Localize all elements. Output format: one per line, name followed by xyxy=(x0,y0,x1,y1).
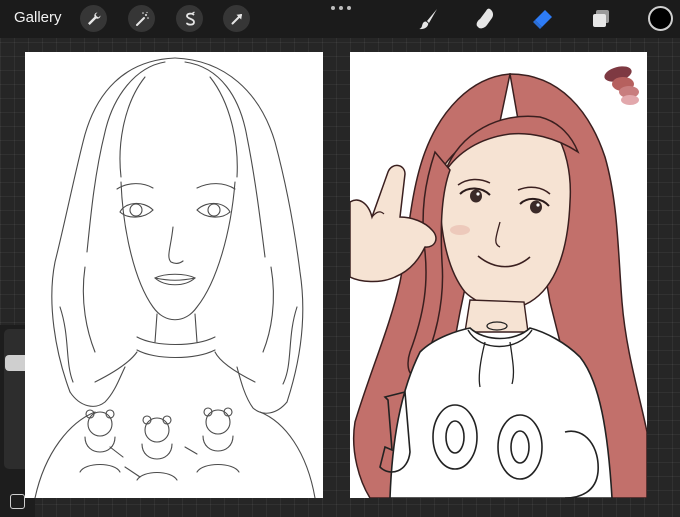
dot-icon xyxy=(347,6,351,10)
brush-icon[interactable] xyxy=(416,6,442,32)
smudge-finger-icon[interactable] xyxy=(473,6,499,32)
layers-icon[interactable] xyxy=(588,6,614,32)
selection-button[interactable] xyxy=(176,5,203,32)
transform-button[interactable] xyxy=(223,5,250,32)
magic-wand-icon xyxy=(135,11,149,26)
dot-icon xyxy=(331,6,335,10)
eraser-icon[interactable] xyxy=(530,6,556,32)
adjustments-button[interactable] xyxy=(128,5,155,32)
modify-button[interactable] xyxy=(10,494,25,509)
sketch-canvas[interactable] xyxy=(25,52,323,498)
top-toolbar: Gallery xyxy=(0,0,680,38)
colored-canvas[interactable] xyxy=(350,52,647,498)
gallery-button[interactable]: Gallery xyxy=(14,9,62,26)
teddy-bear-print xyxy=(79,407,240,481)
more-options-button[interactable] xyxy=(331,6,351,14)
wrench-icon xyxy=(87,12,100,25)
dot-icon xyxy=(339,6,343,10)
colored-artwork xyxy=(350,66,647,498)
color-picker-button[interactable] xyxy=(648,6,673,31)
actions-button[interactable] xyxy=(80,5,107,32)
selection-s-icon xyxy=(185,10,195,26)
color-swatch-blob xyxy=(604,66,639,105)
sketch-artwork xyxy=(34,57,316,498)
arrow-cursor-icon xyxy=(231,13,242,24)
